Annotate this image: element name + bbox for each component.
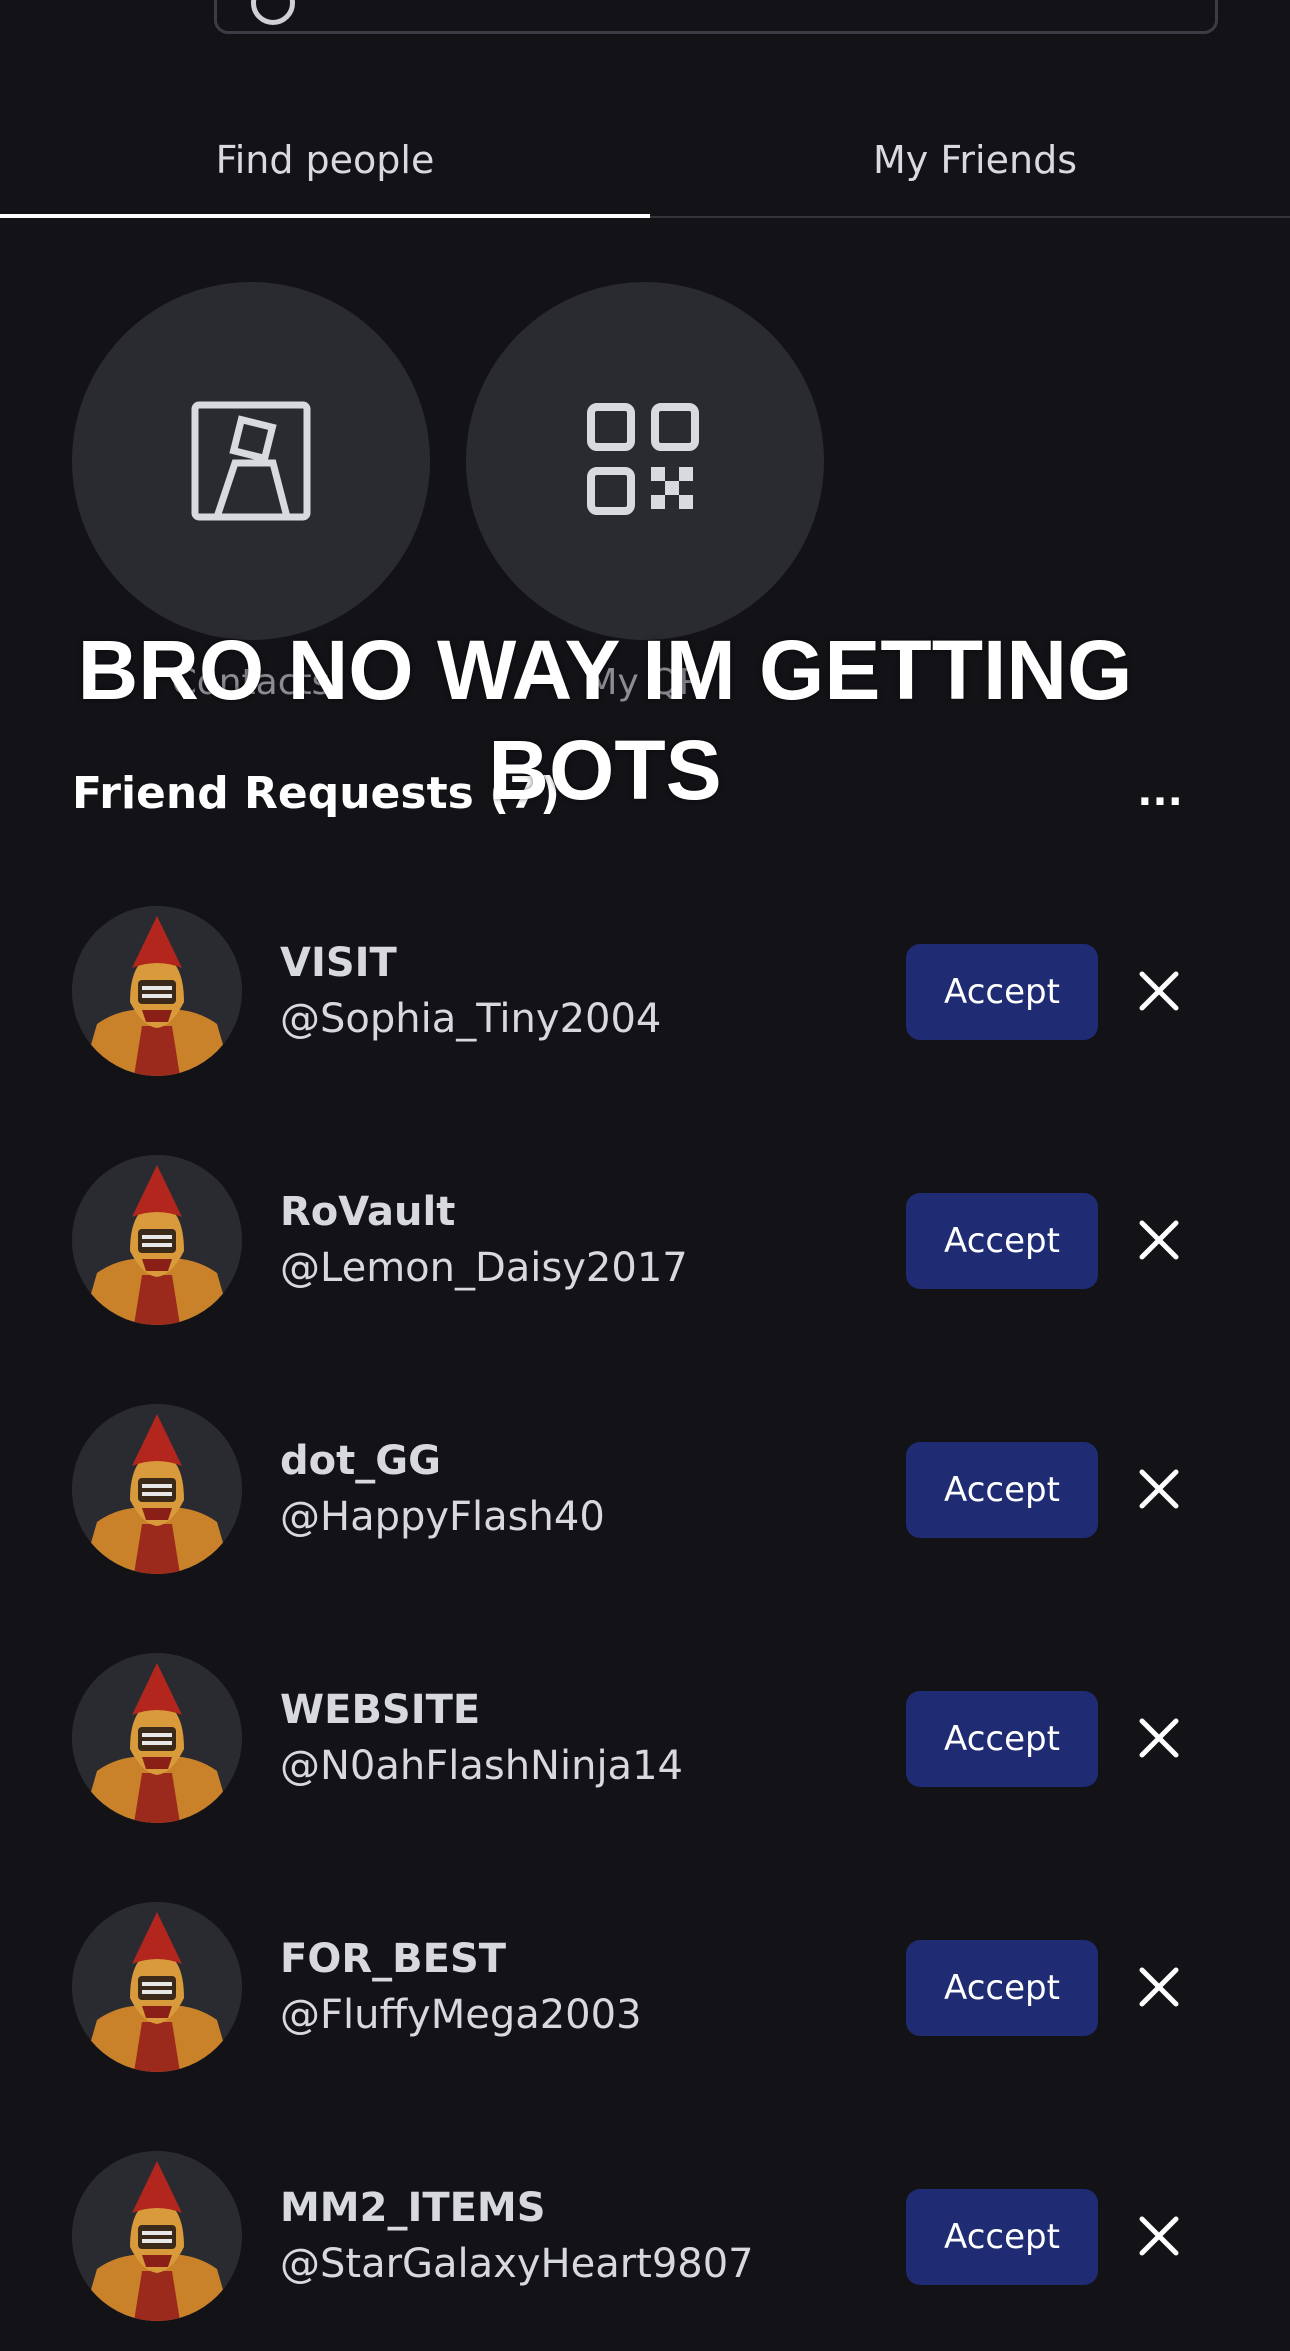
avatar[interactable] (72, 1902, 242, 2072)
avatar[interactable] (72, 1404, 242, 1574)
search-icon (251, 0, 295, 25)
request-display-name[interactable]: MM2_ITEMS (280, 2185, 546, 2231)
request-username: @FluffyMega2003 (280, 1992, 642, 2038)
request-username: @HappyFlash40 (280, 1494, 605, 1540)
decline-button[interactable] (1134, 1962, 1184, 2012)
close-icon (1139, 2216, 1179, 2256)
my-qr-button[interactable] (466, 282, 824, 640)
friend-request-row: dot_GG @HappyFlash40 Accept (0, 1404, 1290, 1604)
contacts-button[interactable] (72, 282, 430, 640)
avatar-image (72, 2151, 242, 2321)
accept-button[interactable]: Accept (906, 2189, 1098, 2285)
friend-request-row: WEBSITE @N0ahFlashNinja14 Accept (0, 1653, 1290, 1853)
decline-button[interactable] (1134, 966, 1184, 1016)
avatar-image (72, 1902, 242, 2072)
accept-button[interactable]: Accept (906, 944, 1098, 1040)
close-icon (1139, 1469, 1179, 1509)
overlay-caption: BRO NO WAY IM GETTING BOTS (77, 623, 1133, 817)
request-username: @Lemon_Daisy2017 (280, 1245, 688, 1291)
tab-find-people[interactable]: Find people (0, 100, 650, 220)
close-icon (1139, 1967, 1179, 2007)
tab-bar: Find people My Friends (0, 100, 1290, 220)
request-username: @StarGalaxyHeart9807 (280, 2241, 754, 2287)
decline-button[interactable] (1134, 1215, 1184, 1265)
request-display-name[interactable]: WEBSITE (280, 1687, 480, 1733)
avatar-image (72, 1155, 242, 1325)
avatar-image (72, 906, 242, 1076)
request-username: @N0ahFlashNinja14 (280, 1743, 683, 1789)
accept-button[interactable]: Accept (906, 1691, 1098, 1787)
close-icon (1139, 1718, 1179, 1758)
friend-request-row: VISIT @Sophia_Tiny2004 Accept (0, 906, 1290, 1106)
avatar[interactable] (72, 2151, 242, 2321)
active-tab-indicator (0, 214, 650, 218)
friend-request-row: RoVault @Lemon_Daisy2017 Accept (0, 1155, 1290, 1355)
avatar[interactable] (72, 1155, 242, 1325)
decline-button[interactable] (1134, 1713, 1184, 1763)
decline-button[interactable] (1134, 2211, 1184, 2261)
qr-code-icon (587, 403, 699, 515)
request-username: @Sophia_Tiny2004 (280, 996, 662, 1042)
accept-button[interactable]: Accept (906, 1940, 1098, 2036)
decline-button[interactable] (1134, 1464, 1184, 1514)
close-icon (1139, 971, 1179, 1011)
avatar[interactable] (72, 1653, 242, 1823)
search-input[interactable] (214, 0, 1218, 34)
accept-button[interactable]: Accept (906, 1193, 1098, 1289)
friend-request-row: MM2_ITEMS @StarGalaxyHeart9807 Accept (0, 2151, 1290, 2351)
request-display-name[interactable]: VISIT (280, 940, 397, 986)
close-icon (1139, 1220, 1179, 1260)
contact-card-icon (191, 401, 311, 521)
friend-request-row: FOR_BEST @FluffyMega2003 Accept (0, 1902, 1290, 2102)
request-display-name[interactable]: RoVault (280, 1189, 455, 1235)
request-display-name[interactable]: FOR_BEST (280, 1936, 506, 1982)
avatar[interactable] (72, 906, 242, 1076)
avatar-image (72, 1404, 242, 1574)
avatar-image (72, 1653, 242, 1823)
request-display-name[interactable]: dot_GG (280, 1438, 441, 1484)
tab-my-friends[interactable]: My Friends (650, 100, 1290, 220)
accept-button[interactable]: Accept (906, 1442, 1098, 1538)
tab-divider (650, 216, 1290, 218)
